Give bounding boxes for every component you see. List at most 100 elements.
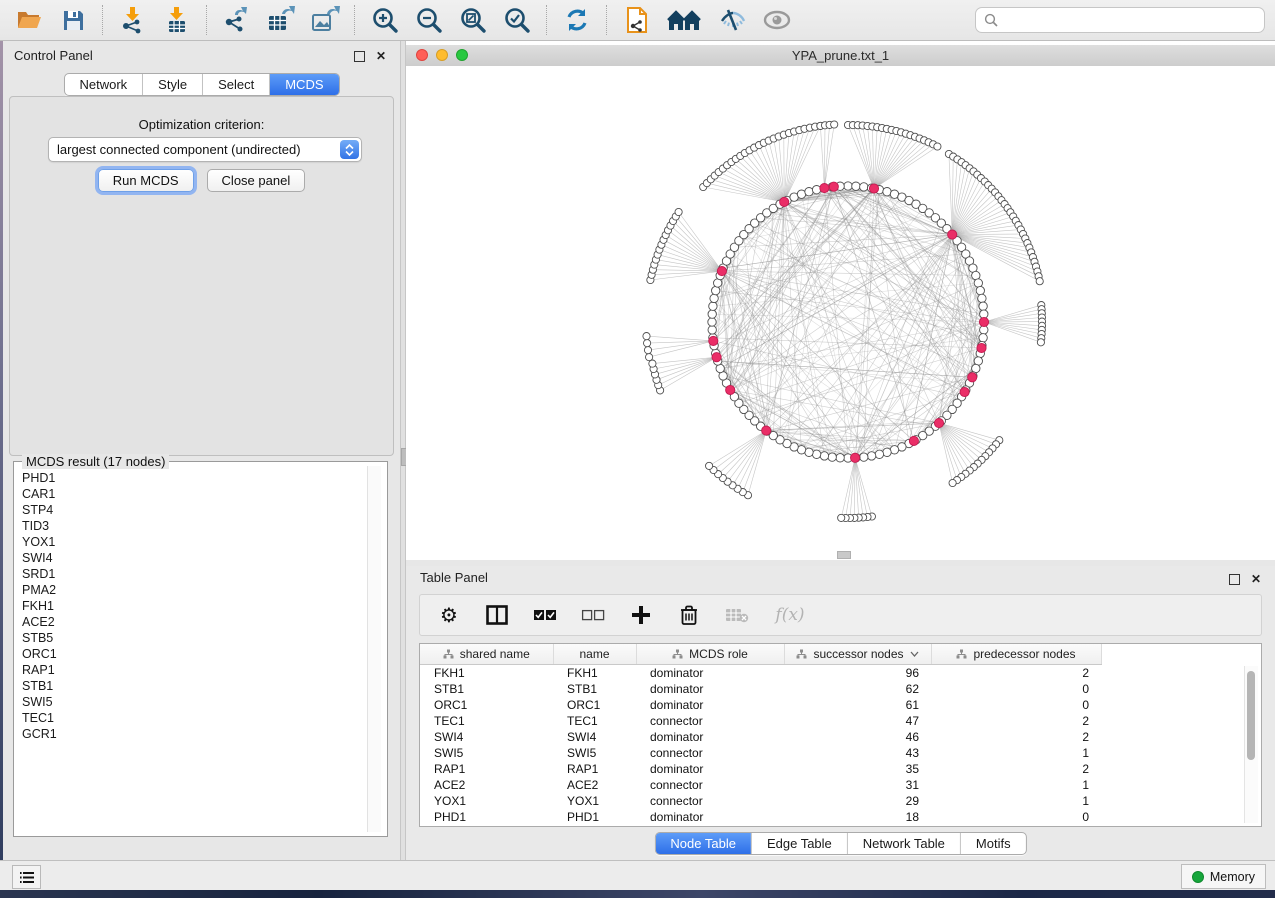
select-all-icon[interactable] xyxy=(532,602,558,628)
delete-column-trash-icon[interactable] xyxy=(676,602,702,628)
table-row[interactable]: TEC1TEC1connector472 xyxy=(420,713,1261,729)
table-cell: 47 xyxy=(784,713,931,729)
zoom-fit-icon[interactable] xyxy=(458,5,488,35)
horizontal-splitter-grip[interactable] xyxy=(837,551,851,559)
refresh-layout-icon[interactable] xyxy=(562,5,592,35)
table-cell: connector xyxy=(636,745,784,761)
list-item[interactable]: CAR1 xyxy=(15,486,367,502)
save-session-icon[interactable] xyxy=(58,5,88,35)
mcds-tab-pane: Optimization criterion: largest connecte… xyxy=(9,96,394,456)
close-window-icon[interactable] xyxy=(416,49,428,61)
import-table-icon[interactable] xyxy=(162,5,192,35)
tab-motifs[interactable]: Motifs xyxy=(961,833,1026,854)
show-columns-icon[interactable] xyxy=(484,602,510,628)
close-table-panel-icon[interactable]: ✕ xyxy=(1249,572,1263,586)
list-item[interactable]: SRD1 xyxy=(15,566,367,582)
table-cell xyxy=(1101,681,1261,697)
list-item[interactable]: PMA2 xyxy=(15,582,367,598)
task-history-button[interactable] xyxy=(12,865,41,889)
zoom-out-icon[interactable] xyxy=(414,5,444,35)
search-input[interactable] xyxy=(1004,12,1256,28)
table-settings-gear-icon[interactable]: ⚙ xyxy=(436,602,462,628)
tab-network-table[interactable]: Network Table xyxy=(848,833,961,854)
table-row[interactable]: RAP1RAP1dominator352 xyxy=(420,761,1261,777)
run-mcds-button[interactable]: Run MCDS xyxy=(98,169,194,192)
share-document-icon[interactable] xyxy=(622,5,652,35)
table-scrollbar[interactable] xyxy=(1244,666,1258,823)
open-session-icon[interactable] xyxy=(14,5,44,35)
search-field[interactable] xyxy=(975,7,1265,33)
network-titlebar[interactable]: YPA_prune.txt_1 xyxy=(406,45,1275,67)
zoom-in-icon[interactable] xyxy=(370,5,400,35)
export-image-icon[interactable] xyxy=(310,5,340,35)
table-cell: 31 xyxy=(784,777,931,793)
list-item[interactable]: STP4 xyxy=(15,502,367,518)
table-cell: 0 xyxy=(931,809,1101,825)
tab-select[interactable]: Select xyxy=(203,74,270,95)
table-row[interactable]: SWI4SWI4dominator462 xyxy=(420,729,1261,745)
control-panel-tabs: NetworkStyleSelectMCDS xyxy=(63,73,339,96)
tab-network[interactable]: Network xyxy=(64,74,143,95)
criterion-select[interactable]: largest connected component (undirected) xyxy=(48,137,362,162)
tab-node-table[interactable]: Node Table xyxy=(655,833,752,854)
list-item[interactable]: ORC1 xyxy=(15,646,367,662)
zoom-selected-icon[interactable] xyxy=(502,5,532,35)
home-search-icon[interactable] xyxy=(666,5,704,35)
table-cell: dominator xyxy=(636,761,784,777)
table-row[interactable]: YOX1YOX1connector291 xyxy=(420,793,1261,809)
table-cell: dominator xyxy=(636,681,784,697)
add-column-icon[interactable] xyxy=(628,602,654,628)
list-item[interactable]: SWI4 xyxy=(15,550,367,566)
column-header-name[interactable]: name xyxy=(553,644,636,665)
table-cell: 1 xyxy=(931,793,1101,809)
table-panel-tabs: Node TableEdge TableNetwork TableMotifs xyxy=(654,832,1026,855)
memory-button[interactable]: Memory xyxy=(1181,864,1266,889)
list-item[interactable]: TEC1 xyxy=(15,710,367,726)
table-row[interactable]: ORC1ORC1dominator610 xyxy=(420,697,1261,713)
result-scrollbar[interactable] xyxy=(367,466,381,832)
table-row[interactable]: FKH1FKH1dominator962 xyxy=(420,665,1261,682)
table-cell: YOX1 xyxy=(420,793,553,809)
network-window: YPA_prune.txt_1 xyxy=(406,41,1275,560)
close-panel-icon[interactable]: ✕ xyxy=(374,49,388,63)
list-item[interactable]: STB5 xyxy=(15,630,367,646)
list-item[interactable]: RAP1 xyxy=(15,662,367,678)
table-scrollbar-thumb[interactable] xyxy=(1247,671,1255,760)
table-row[interactable]: PHD1PHD1dominator180 xyxy=(420,809,1261,825)
float-table-panel-icon[interactable] xyxy=(1227,572,1241,586)
list-item[interactable]: STB1 xyxy=(15,678,367,694)
float-panel-icon[interactable] xyxy=(352,49,366,63)
table-toolbar: ⚙ f(x) xyxy=(419,594,1262,636)
export-network-icon[interactable] xyxy=(222,5,252,35)
column-header-shared-name[interactable]: shared name xyxy=(420,644,553,665)
list-item[interactable]: TID3 xyxy=(15,518,367,534)
node-table-grid[interactable]: shared namenameMCDS rolesuccessor nodesp… xyxy=(420,644,1261,825)
list-item[interactable]: GCR1 xyxy=(15,726,367,742)
hide-eye-icon[interactable] xyxy=(718,5,748,35)
tab-edge-table[interactable]: Edge Table xyxy=(752,833,848,854)
table-cell xyxy=(1101,777,1261,793)
table-row[interactable]: SWI5SWI5connector431 xyxy=(420,745,1261,761)
list-item[interactable]: SWI5 xyxy=(15,694,367,710)
list-item[interactable]: PHD1 xyxy=(15,470,367,486)
maximize-window-icon[interactable] xyxy=(456,49,468,61)
show-eye-icon[interactable] xyxy=(762,5,792,35)
table-row[interactable]: STB1STB1dominator620 xyxy=(420,681,1261,697)
list-item[interactable]: FKH1 xyxy=(15,598,367,614)
table-cell: 35 xyxy=(784,761,931,777)
close-panel-button[interactable]: Close panel xyxy=(207,169,306,192)
list-item[interactable]: YOX1 xyxy=(15,534,367,550)
list-item[interactable]: ACE2 xyxy=(15,614,367,630)
tab-mcds[interactable]: MCDS xyxy=(270,74,338,95)
column-header-successor-nodes[interactable]: successor nodes xyxy=(784,644,931,665)
table-row[interactable]: ACE2ACE2connector311 xyxy=(420,777,1261,793)
deselect-all-icon[interactable] xyxy=(580,602,606,628)
column-header-predecessor-nodes[interactable]: predecessor nodes xyxy=(931,644,1101,665)
tab-style[interactable]: Style xyxy=(143,74,203,95)
import-network-icon[interactable] xyxy=(118,5,148,35)
minimize-window-icon[interactable] xyxy=(436,49,448,61)
network-canvas[interactable] xyxy=(406,66,1275,560)
column-header-MCDS-role[interactable]: MCDS role xyxy=(636,644,784,665)
table-cell: RAP1 xyxy=(553,761,636,777)
export-table-icon[interactable] xyxy=(266,5,296,35)
